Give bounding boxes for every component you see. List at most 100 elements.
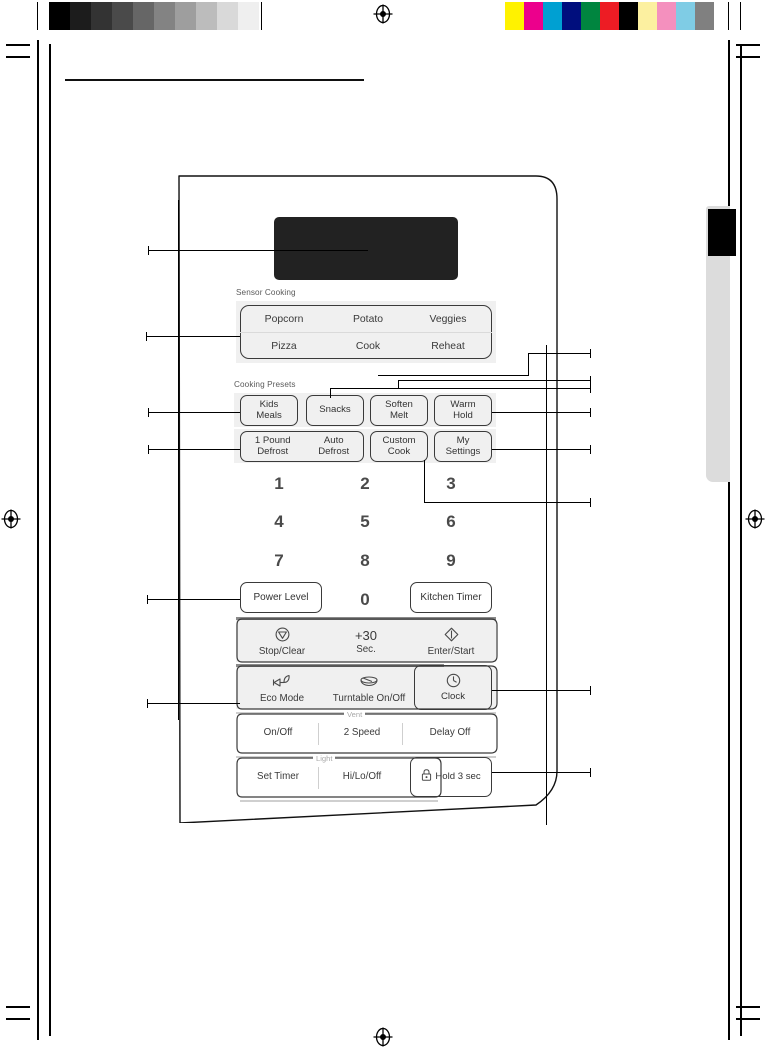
preset-key-auto-defrost-line1: Auto <box>323 434 344 446</box>
crop-mark-left-v2 <box>49 44 51 1036</box>
light-key-set-timer-label: Set Timer <box>257 771 299 783</box>
color-swatch-10 <box>695 2 714 30</box>
vent-key-delay-off[interactable]: Delay Off <box>408 717 492 749</box>
sensor-key-reheat[interactable]: Reheat <box>406 333 490 360</box>
turntable-key[interactable]: Turntable On/Off <box>326 669 412 709</box>
crop-mark-br-h2 <box>736 1018 760 1020</box>
keypad-key-0[interactable]: 0 <box>342 590 388 610</box>
microwave-control-panel: Sensor Cooking Popcorn Potato Veggies Pi… <box>178 175 558 823</box>
crop-mark-bl-h2 <box>6 1018 30 1020</box>
keypad-key-7[interactable]: 7 <box>256 551 302 571</box>
light-key-set-timer[interactable]: Set Timer <box>240 761 316 793</box>
kitchen-timer-key[interactable]: Kitchen Timer <box>410 582 492 613</box>
callout-right-lock <box>492 772 590 773</box>
registration-target-icon-left <box>0 508 22 530</box>
preset-key-warm-hold-line2: Hold <box>453 409 473 421</box>
stop-clear-key[interactable]: Stop/Clear <box>244 622 320 662</box>
vent-key-delay-off-label: Delay Off <box>429 727 471 739</box>
kitchen-timer-key-label: Kitchen Timer <box>420 591 482 603</box>
preset-key-snacks[interactable]: Snacks <box>306 395 364 426</box>
callout-right-soften-arm <box>398 380 590 381</box>
color-swatch-1 <box>524 2 543 30</box>
keypad-key-3[interactable]: 3 <box>428 474 474 494</box>
grayscale-swatch-4 <box>133 2 154 30</box>
vent-key-2-speed[interactable]: 2 Speed <box>324 717 400 749</box>
keypad-key-4[interactable]: 4 <box>256 512 302 532</box>
color-swatch-4 <box>581 2 600 30</box>
crop-mark-left-v <box>37 40 39 1040</box>
sensor-key-potato[interactable]: Potato <box>326 306 410 333</box>
sensor-key-cook[interactable]: Cook <box>326 333 410 360</box>
callout-spine-right <box>546 345 547 825</box>
enter-start-key-label: Enter/Start <box>427 646 475 657</box>
grayscale-swatch-8 <box>217 2 238 30</box>
color-swatch-9 <box>676 2 695 30</box>
preset-key-snacks-label: Snacks <box>319 404 351 416</box>
callout-right-clock-tick <box>590 686 591 695</box>
eco-mode-key[interactable]: Eco Mode <box>244 669 320 709</box>
preset-key-my-settings-line2: Settings <box>445 445 481 457</box>
grayscale-swatch-2 <box>91 2 112 30</box>
grayscale-swatch-7 <box>196 2 217 30</box>
cooking-presets-group-label: Cooking Presets <box>234 380 296 389</box>
preset-key-custom-cook[interactable]: Custom Cook <box>370 431 428 462</box>
power-level-key[interactable]: Power Level <box>240 582 322 613</box>
callout-right-custom-cook-tick <box>590 498 591 507</box>
callout-right-snacks-tick <box>590 384 591 393</box>
enter-start-key[interactable]: Enter/Start <box>412 622 490 662</box>
vent-row-divider-2 <box>402 723 404 745</box>
callout-left-defrost-tick <box>148 445 149 454</box>
control-lock-key[interactable]: Hold 3 sec <box>410 757 492 797</box>
sensor-key-popcorn[interactable]: Popcorn <box>242 306 326 333</box>
preset-key-soften-melt[interactable]: Soften Melt <box>370 395 428 426</box>
callout-left-eco-mode <box>147 703 240 704</box>
sensor-key-veggies[interactable]: Veggies <box>406 306 490 333</box>
registration-target-icon-right <box>744 508 766 530</box>
preset-key-kids-meals[interactable]: Kids Meals <box>240 395 298 426</box>
sensor-key-pizza[interactable]: Pizza <box>242 333 326 360</box>
callout-left-display <box>148 250 368 251</box>
preset-key-warm-hold[interactable]: Warm Hold <box>434 395 492 426</box>
keypad-key-6[interactable]: 6 <box>428 512 474 532</box>
vent-row-divider-1 <box>318 723 320 745</box>
keypad-key-8[interactable]: 8 <box>342 551 388 571</box>
add-30-sec-key[interactable]: +30 Sec. <box>328 622 404 662</box>
light-key-hi-lo-off[interactable]: Hi/Lo/Off <box>324 761 400 793</box>
crop-mark-tl-h <box>6 44 30 46</box>
callout-right-reheat-tick <box>590 349 591 358</box>
vent-key-on-off[interactable]: On/Off <box>240 717 316 749</box>
manual-page: Sensor Cooking Popcorn Potato Veggies Pi… <box>0 0 766 1049</box>
callout-right-reheat-arm <box>378 375 529 376</box>
grayscale-swatch-6 <box>175 2 196 30</box>
add-30-sec-key-value: +30 <box>354 627 378 643</box>
vent-key-2-speed-label: 2 Speed <box>343 727 381 739</box>
sensor-key-cook-label: Cook <box>355 341 381 352</box>
callout-left-sensor-tick <box>146 332 147 341</box>
callout-left-power-level-tick <box>147 595 148 604</box>
eco-mode-key-label: Eco Mode <box>259 692 305 704</box>
color-swatch-6 <box>619 2 638 30</box>
crop-mark-right-v <box>728 40 730 1040</box>
add-30-sec-key-label: Sec. <box>356 643 376 655</box>
grayscale-swatch-1 <box>70 2 91 30</box>
color-swatch-2 <box>543 2 562 30</box>
keypad-key-1[interactable]: 1 <box>256 474 302 494</box>
callout-right-snacks-soften <box>330 388 590 389</box>
preset-key-kids-meals-line1: Kids <box>259 398 279 410</box>
keypad-key-2[interactable]: 2 <box>342 474 388 494</box>
keypad-key-5[interactable]: 5 <box>342 512 388 532</box>
preset-key-my-settings-line1: My <box>456 434 470 446</box>
stop-triangle-icon <box>275 627 290 645</box>
callout-left-power-level <box>147 599 240 600</box>
grayscale-swatch-9 <box>238 2 259 30</box>
keypad-key-9[interactable]: 9 <box>428 551 474 571</box>
crop-mark-bl-h <box>6 1006 30 1008</box>
preset-key-defrost-group[interactable]: 1 Pound Defrost Auto Defrost <box>240 431 364 462</box>
grayscale-calibration-bar <box>49 2 259 30</box>
clock-key[interactable]: Clock <box>414 665 492 710</box>
clock-face-icon <box>446 673 461 692</box>
sensor-key-reheat-label: Reheat <box>431 341 465 352</box>
grayscale-swatch-3 <box>112 2 133 30</box>
preset-key-my-settings[interactable]: My Settings <box>434 431 492 462</box>
led-display-window <box>274 217 458 280</box>
